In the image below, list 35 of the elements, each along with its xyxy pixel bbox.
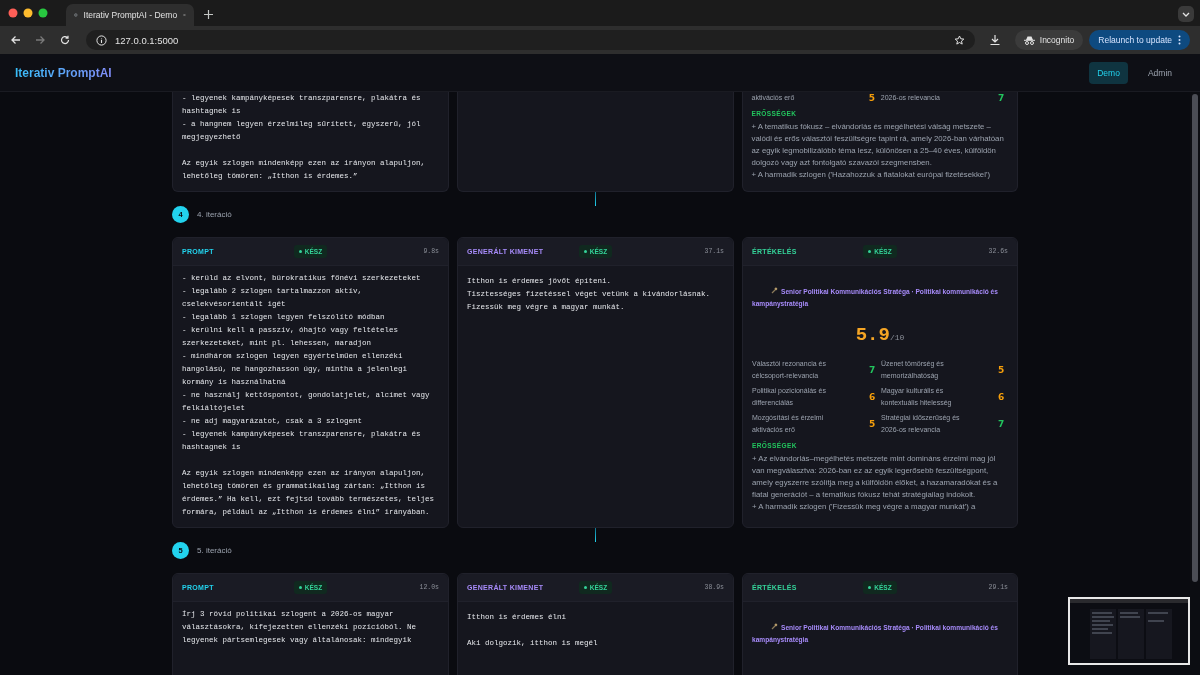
browser-tab[interactable]: Iterativ PromptAI - Demo bbox=[66, 4, 194, 26]
criterion-score: 5 bbox=[869, 419, 877, 429]
microphone-icon bbox=[771, 287, 778, 294]
chevron-down-icon[interactable] bbox=[1178, 6, 1194, 22]
relaunch-button[interactable]: Relaunch to update bbox=[1089, 30, 1190, 50]
nav-link[interactable]: Admin bbox=[1139, 61, 1180, 84]
preview-thumbnail[interactable] bbox=[1068, 597, 1190, 665]
criterion-score: 5 bbox=[868, 93, 876, 103]
incognito-icon bbox=[1023, 35, 1035, 45]
connector-line bbox=[594, 528, 596, 542]
incognito-badge[interactable]: Incognito bbox=[1014, 30, 1084, 50]
brand-logo[interactable]: Iterativ PromptAI bbox=[15, 65, 112, 80]
nav-link[interactable]: Demo bbox=[1089, 61, 1128, 84]
criterion-score: 7 bbox=[998, 93, 1006, 103]
connector-line bbox=[594, 192, 596, 206]
reload-icon[interactable] bbox=[60, 35, 70, 45]
scrollbar-thumb[interactable] bbox=[1192, 94, 1198, 582]
criterion-score: 7 bbox=[869, 365, 877, 375]
back-arrow-icon[interactable] bbox=[10, 35, 21, 45]
criterion-score: 6 bbox=[869, 392, 877, 402]
new-tab-icon[interactable] bbox=[204, 10, 213, 19]
address-bar[interactable]: 127.0.0.1:5000 bbox=[86, 30, 975, 50]
forward-arrow-icon[interactable] bbox=[35, 35, 46, 45]
criterion-score: 5 bbox=[998, 365, 1006, 375]
info-icon bbox=[96, 34, 107, 46]
download-icon[interactable] bbox=[988, 34, 1001, 46]
microphone-icon bbox=[771, 623, 778, 630]
star-icon[interactable] bbox=[953, 34, 965, 46]
criterion-score: 7 bbox=[998, 419, 1006, 429]
kebab-menu-icon bbox=[1178, 35, 1181, 45]
criterion-score: 6 bbox=[998, 392, 1006, 402]
total-score: 5.9 bbox=[855, 324, 890, 346]
score-max: /10 bbox=[889, 333, 905, 342]
iteration-title: 5. iteráció bbox=[197, 546, 232, 555]
iteration-title: 4. iteráció bbox=[197, 210, 232, 219]
